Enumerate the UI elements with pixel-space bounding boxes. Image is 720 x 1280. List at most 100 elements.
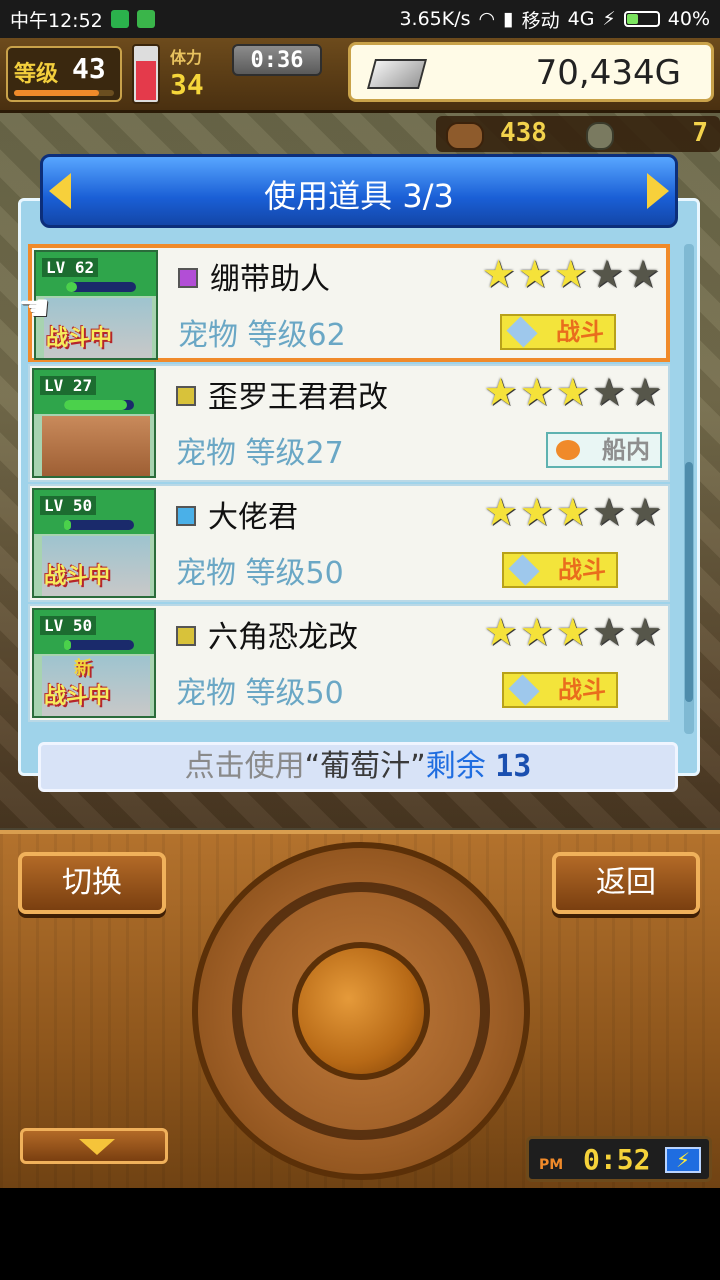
scroll-down-button[interactable]	[20, 1128, 168, 1164]
network-type: 4G	[567, 8, 595, 30]
gold-display: 70,434G	[348, 42, 714, 102]
sword-icon	[506, 316, 538, 348]
stamina-timer: 0:36	[232, 44, 322, 76]
game-clock: PM 0:52 ⚡	[526, 1136, 712, 1182]
star-icon: ★	[555, 610, 590, 654]
battery-percent: 40%	[667, 8, 710, 30]
pet-name: 歪罗王君君改	[208, 380, 388, 415]
pet-thumbnail: LV 50 战斗中	[32, 488, 156, 598]
battle-status-label: 战斗中	[44, 684, 111, 709]
rarity-stars: ★ ★ ★ ★ ★	[482, 254, 660, 294]
pet-thumbnail: LV 50 新战斗中	[32, 608, 156, 718]
clock-ampm: PM	[539, 1157, 564, 1173]
battle-status-label: 战斗中	[46, 326, 113, 351]
star-icon: ★	[627, 490, 662, 534]
battery-icon	[623, 11, 660, 27]
list-scrollbar[interactable]	[684, 244, 694, 734]
location-tag-label: 战斗	[556, 318, 604, 346]
pet-level-text: 宠物 等级50	[176, 556, 344, 591]
pet-name: 六角恐龙改	[208, 620, 358, 655]
resource-2-value: 7	[692, 118, 708, 148]
battle-status-label: 战斗中	[44, 564, 111, 589]
resource-bar: 438 7	[436, 116, 720, 152]
pet-hp-bar	[64, 520, 134, 530]
stamina-value: 34	[170, 68, 204, 101]
player-level-box: 等级 43	[6, 46, 122, 102]
pet-row[interactable]: LV 50 战斗中 大佬君 宠物 等级50 ★ ★ ★ ★ ★ 战斗	[28, 484, 670, 602]
pet-thumbnail: LV 62 战斗中	[34, 250, 158, 360]
pet-hp-bar	[64, 400, 134, 410]
dpad-center-button[interactable]	[292, 942, 430, 1080]
info-remain-count: 13	[495, 749, 532, 784]
gold-value: 70,434G	[535, 53, 681, 93]
location-tag: 战斗	[502, 552, 618, 588]
charging-icon: ⚡	[602, 8, 616, 30]
pet-thumb-level: LV 50	[40, 496, 97, 515]
scrollbar-thumb[interactable]	[685, 462, 693, 702]
level-value: 43	[72, 52, 106, 85]
location-tag-label: 战斗	[558, 556, 606, 584]
back-button[interactable]: 返回	[552, 852, 700, 914]
dialog-title: 使用道具 3/3	[264, 177, 454, 215]
star-icon: ★	[591, 490, 626, 534]
location-tag: 船内	[546, 432, 662, 468]
star-icon: ★	[519, 610, 554, 654]
star-icon: ★	[627, 370, 662, 414]
pet-thumb-level: LV 27	[40, 376, 97, 395]
pet-hp-bar	[64, 640, 134, 650]
pet-thumb-level: LV 50	[40, 616, 97, 635]
carrier: 移动	[521, 9, 560, 32]
star-icon: ★	[483, 610, 518, 654]
star-icon: ★	[591, 610, 626, 654]
pet-level-text: 宠物 等级50	[176, 676, 344, 711]
star-icon: ★	[481, 252, 516, 296]
star-icon: ★	[553, 252, 588, 296]
element-icon	[176, 386, 196, 406]
direction-pad[interactable]	[192, 842, 530, 1180]
star-icon: ★	[589, 252, 624, 296]
info-item-name: “葡萄汁”	[304, 749, 426, 784]
pet-thumbnail: LV 27	[32, 368, 156, 478]
info-prefix: 点击使用	[184, 749, 305, 784]
star-icon: ★	[483, 490, 518, 534]
next-page-arrow-icon[interactable]	[647, 173, 669, 209]
star-icon: ★	[555, 490, 590, 534]
status-time: 中午12:52	[10, 9, 103, 32]
info-remain-label: 剩余	[425, 749, 486, 784]
element-icon	[178, 268, 198, 288]
pet-row[interactable]: LV 50 新战斗中 六角恐龙改 宠物 等级50 ★ ★ ★ ★ ★ 战斗	[28, 604, 670, 722]
sword-icon	[508, 554, 540, 586]
location-tag-label: 船内	[602, 436, 650, 464]
new-badge: 新	[74, 658, 92, 679]
stamina-gauge	[132, 44, 160, 104]
top-hud: 等级 43 体力 34 0:36 70,434G	[0, 38, 720, 113]
use-item-info: 点击使用“葡萄汁”剩余 13	[38, 742, 678, 792]
clock-time: 0:52	[583, 1143, 651, 1176]
element-icon	[176, 626, 196, 646]
location-tag: 战斗	[500, 314, 616, 350]
pet-row[interactable]: LV 62 战斗中 绷带助人 宠物 等级62 ★ ★ ★ ★ ★ 战斗 ☚	[18, 244, 670, 362]
star-icon: ★	[625, 252, 660, 296]
game-screen: 等级 43 体力 34 0:36 70,434G 438 7 使用道具 3/3 …	[0, 38, 720, 1188]
star-icon: ★	[591, 370, 626, 414]
star-icon: ★	[555, 370, 590, 414]
rarity-stars: ★ ★ ★ ★ ★	[484, 372, 662, 412]
medal-icon	[586, 122, 614, 150]
pet-level-text: 宠物 等级27	[176, 436, 344, 471]
battery-charge-icon: ⚡	[665, 1147, 701, 1173]
resource-1-value: 438	[500, 118, 547, 148]
switch-button[interactable]: 切换	[18, 852, 166, 914]
pet-portrait	[42, 416, 150, 476]
rarity-stars: ★ ★ ★ ★ ★	[484, 612, 662, 652]
sword-icon	[508, 674, 540, 706]
down-arrow-icon	[79, 1139, 115, 1155]
shield-icon	[110, 10, 129, 28]
star-icon: ★	[519, 490, 554, 534]
pet-row[interactable]: LV 27 歪罗王君君改宠物 等级27 ★ ★ ★ ★ ★ 船内	[28, 364, 670, 482]
wifi-icon: ◠	[478, 8, 496, 30]
rarity-stars: ★ ★ ★ ★ ★	[484, 492, 662, 532]
star-icon: ★	[519, 370, 554, 414]
exp-bar	[14, 90, 114, 96]
pet-thumb-level: LV 62	[42, 258, 99, 277]
dialog-title-bar: 使用道具 3/3	[40, 154, 678, 228]
